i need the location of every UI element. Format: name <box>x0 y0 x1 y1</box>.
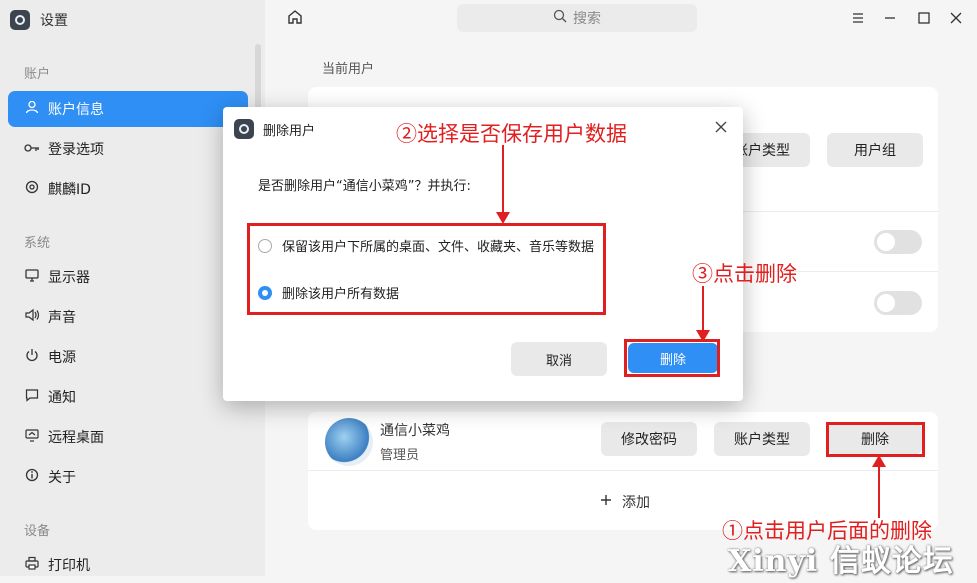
remote-desktop-icon <box>24 428 40 446</box>
change-password-button[interactable]: 修改密码 <box>601 422 697 456</box>
current-user-title: 当前用户 <box>322 62 375 77</box>
sidebar-item-label: 声音 <box>48 310 76 326</box>
add-user-label: 添加 <box>622 495 650 511</box>
key-icon <box>24 142 40 157</box>
annotation-arrow-2 <box>502 145 504 215</box>
sidebar-item-sound[interactable]: 声音 <box>8 299 248 335</box>
sidebar-item-account-info[interactable]: 账户信息 <box>8 91 248 127</box>
setting-toggle-2[interactable] <box>874 291 922 315</box>
sidebar-item-label: 打印机 <box>48 558 90 574</box>
user-name: 通信小菜鸡 <box>380 423 450 439</box>
sidebar-group-devices: 设备 <box>24 524 51 539</box>
sidebar-item-label: 远程桌面 <box>48 430 104 446</box>
annotation-step3: ③点击删除 <box>692 262 797 286</box>
annotation-box-delete-user <box>826 422 925 457</box>
home-icon[interactable] <box>286 8 306 28</box>
maximize-icon[interactable] <box>914 8 934 28</box>
sidebar-item-label: 电源 <box>48 350 76 366</box>
sidebar-item-power[interactable]: 电源 <box>8 339 248 375</box>
app-title-bar: 设置 <box>10 8 68 32</box>
user-group-button[interactable]: 用户组 <box>827 133 923 167</box>
annotation-box-confirm <box>624 339 720 377</box>
sidebar-item-label: 通知 <box>48 390 76 406</box>
avatar <box>325 418 373 466</box>
sidebar-item-printer[interactable]: 打印机 <box>8 547 248 583</box>
sidebar-item-label: 账户信息 <box>48 102 104 118</box>
sidebar-item-login-options[interactable]: 登录选项 <box>8 131 248 167</box>
search-icon <box>553 9 567 27</box>
kylin-id-icon <box>24 180 40 198</box>
power-icon <box>24 348 40 366</box>
sidebar-item-label: 麒麟ID <box>48 182 91 198</box>
dialog-question: 是否删除用户“通信小菜鸡”？并执行: <box>258 179 471 194</box>
sidebar-group-system: 系统 <box>24 236 51 251</box>
sidebar-item-remote-desktop[interactable]: 远程桌面 <box>8 419 248 455</box>
info-icon <box>24 468 40 486</box>
notification-icon <box>24 388 40 406</box>
dialog-title: 删除用户 <box>263 124 316 139</box>
close-window-icon[interactable] <box>946 8 966 28</box>
annotation-step2: ②选择是否保存用户数据 <box>396 122 627 146</box>
app-title: 设置 <box>40 13 68 29</box>
add-user-button[interactable]: 添加 <box>600 492 650 512</box>
close-icon[interactable] <box>715 117 727 138</box>
printer-icon <box>24 556 40 574</box>
cancel-button[interactable]: 取消 <box>511 342 607 376</box>
annotation-arrowhead-1 <box>872 455 886 467</box>
annotation-arrowhead-3 <box>696 330 710 342</box>
sidebar-item-label: 登录选项 <box>48 142 104 158</box>
plus-icon <box>600 494 612 510</box>
sidebar-item-display[interactable]: 显示器 <box>8 259 248 295</box>
user-role: 管理员 <box>380 448 420 463</box>
settings-app-icon <box>10 10 30 30</box>
setting-toggle-1[interactable] <box>874 230 922 254</box>
settings-app-icon <box>234 119 254 139</box>
annotation-box-options <box>247 223 606 315</box>
minimize-icon[interactable] <box>880 8 900 28</box>
user-icon <box>24 100 40 118</box>
sidebar-group-account: 账户 <box>24 67 51 82</box>
search-placeholder: 搜索 <box>573 11 601 27</box>
annotation-arrow-3 <box>702 286 704 334</box>
annotation-arrowhead-2 <box>496 212 510 224</box>
monitor-icon <box>24 268 40 286</box>
sidebar-item-label: 显示器 <box>48 270 90 286</box>
sidebar-item-label: 关于 <box>48 470 76 486</box>
sidebar-item-notification[interactable]: 通知 <box>8 379 248 415</box>
speaker-icon <box>24 308 40 326</box>
watermark: Xinyi 信蚁论坛 <box>728 544 954 579</box>
menu-icon[interactable] <box>848 8 868 28</box>
annotation-arrow-1 <box>878 462 880 518</box>
sidebar-item-about[interactable]: 关于 <box>8 459 248 495</box>
search-input[interactable]: 搜索 <box>457 4 697 32</box>
sidebar-item-kylin-id[interactable]: 麒麟ID <box>8 171 248 207</box>
account-type-button[interactable]: 账户类型 <box>714 422 810 456</box>
